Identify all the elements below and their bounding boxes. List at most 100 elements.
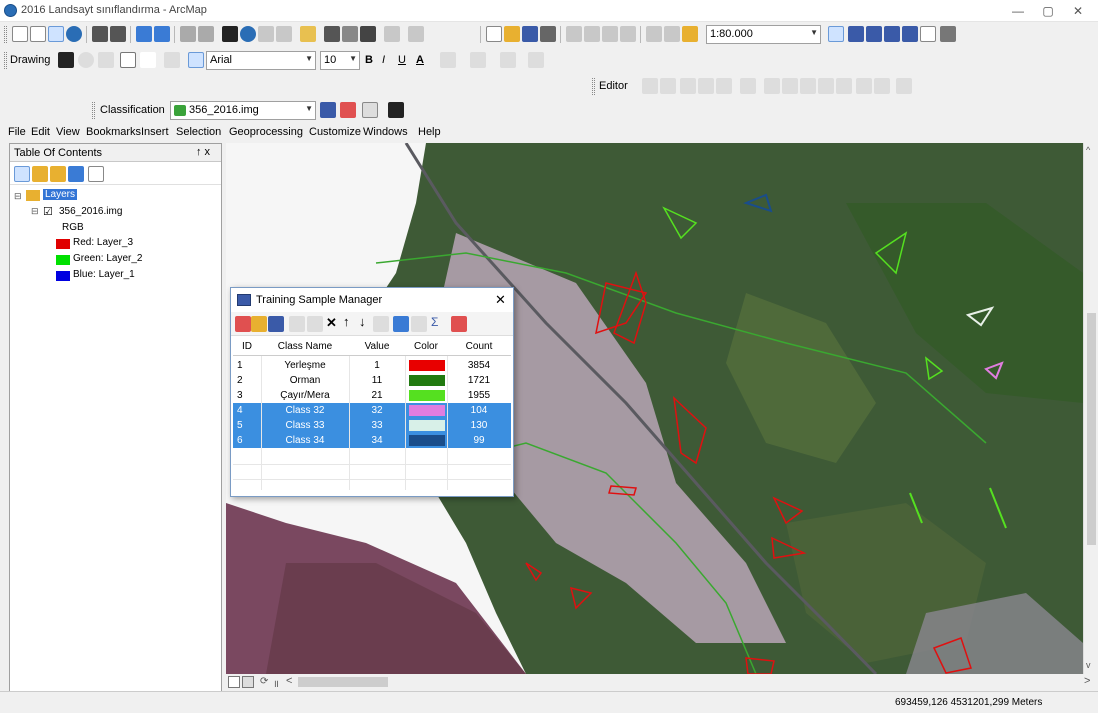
clear-selection-icon[interactable] bbox=[198, 26, 214, 42]
menu-bookmarks[interactable]: Bookmarks bbox=[86, 126, 141, 138]
catalog-icon[interactable] bbox=[866, 26, 882, 42]
split-class-icon[interactable] bbox=[289, 316, 305, 332]
zoom-whole-page-icon[interactable] bbox=[98, 52, 114, 68]
classification-menu[interactable]: Classification bbox=[100, 104, 165, 116]
layer-visibility-checkbox[interactable]: ☑ bbox=[43, 205, 53, 218]
full-extent-icon[interactable] bbox=[66, 26, 82, 42]
move-down-icon[interactable]: ↓ bbox=[359, 314, 366, 329]
map-scale-dropdown[interactable]: 1:80.000 ▼ bbox=[706, 25, 821, 44]
print-icon[interactable] bbox=[540, 26, 556, 42]
text-a-icon[interactable] bbox=[140, 52, 156, 68]
scroll-right-arrow-icon[interactable]: > bbox=[1084, 675, 1090, 687]
collapse-layers-toggle[interactable]: ⊟ bbox=[14, 191, 22, 202]
editor-toolbar-icon[interactable] bbox=[828, 26, 844, 42]
add-data-icon[interactable] bbox=[682, 26, 698, 42]
callout-icon[interactable] bbox=[164, 52, 180, 68]
scroll-down-arrow-icon[interactable]: v bbox=[1086, 660, 1091, 670]
close-window-button[interactable]: ✕ bbox=[1063, 2, 1093, 20]
trace-icon[interactable] bbox=[716, 78, 732, 94]
drawing-menu[interactable]: Drawing bbox=[10, 54, 50, 66]
point-icon[interactable] bbox=[740, 78, 756, 94]
split-icon[interactable] bbox=[818, 78, 834, 94]
paste-icon[interactable] bbox=[602, 26, 618, 42]
marker-color-icon[interactable] bbox=[500, 52, 516, 68]
table-row[interactable]: 3 Çayır/Mera 21 1955 bbox=[233, 388, 511, 403]
statistics-icon[interactable]: Σ bbox=[431, 315, 438, 329]
select-training-sample-icon[interactable] bbox=[388, 102, 404, 118]
row-color-swatch[interactable] bbox=[409, 405, 445, 416]
new-document-icon[interactable] bbox=[486, 26, 502, 42]
forward-arrow-icon[interactable] bbox=[154, 26, 170, 42]
straight-segment-icon[interactable] bbox=[680, 78, 696, 94]
sort-icon[interactable] bbox=[373, 316, 389, 332]
select-arrow-icon[interactable] bbox=[58, 52, 74, 68]
edit-annotation-icon[interactable] bbox=[660, 78, 676, 94]
table-row-selected[interactable]: 4 Class 32 32 104 bbox=[233, 403, 511, 418]
rectangle-icon[interactable] bbox=[120, 52, 136, 68]
column-header-color[interactable]: Color bbox=[405, 338, 447, 356]
rotate-feature-icon[interactable] bbox=[836, 78, 852, 94]
menu-insert[interactable]: Insert bbox=[141, 126, 169, 138]
font-icon[interactable] bbox=[188, 52, 204, 68]
layer-name[interactable]: 356_2016.img bbox=[59, 206, 122, 217]
row-color-swatch[interactable] bbox=[409, 360, 445, 371]
row-color-swatch[interactable] bbox=[409, 375, 445, 386]
fixed-zoom-in-icon[interactable] bbox=[92, 26, 108, 42]
layers-group-label[interactable]: Layers bbox=[43, 189, 78, 200]
model-builder-icon[interactable] bbox=[940, 26, 956, 42]
table-row-selected[interactable]: 6 Class 34 34 99 bbox=[233, 433, 511, 448]
measure-icon[interactable] bbox=[300, 26, 316, 42]
fixed-zoom-out-icon[interactable] bbox=[110, 26, 126, 42]
move-up-icon[interactable]: ↑ bbox=[343, 314, 350, 329]
toc-pin-close[interactable]: ↑ x bbox=[196, 146, 210, 158]
table-row[interactable]: 1 Yerleşme 1 3854 bbox=[233, 358, 511, 373]
open-folder-icon[interactable] bbox=[504, 26, 520, 42]
horizontal-scroll-thumb[interactable] bbox=[298, 677, 388, 687]
column-header-id[interactable]: ID bbox=[233, 338, 261, 356]
toolbar-grip[interactable] bbox=[4, 26, 7, 43]
scroll-up-arrow-icon[interactable]: ^ bbox=[1086, 145, 1090, 155]
dialog-title-bar[interactable]: Training Sample Manager ✕ bbox=[231, 288, 513, 312]
sketch-properties-icon[interactable] bbox=[874, 78, 890, 94]
underline-button[interactable]: U bbox=[398, 54, 406, 66]
toolbar-grip[interactable] bbox=[592, 78, 595, 95]
rotate-icon[interactable] bbox=[78, 52, 94, 68]
merge-icon[interactable] bbox=[235, 316, 251, 332]
list-by-drawing-order-icon[interactable] bbox=[14, 166, 30, 182]
map-vertical-scrollbar[interactable]: ^ v bbox=[1083, 143, 1098, 674]
column-header-value[interactable]: Value bbox=[349, 338, 405, 356]
save-icon[interactable] bbox=[522, 26, 538, 42]
find-route-icon[interactable] bbox=[342, 26, 358, 42]
menu-windows[interactable]: Windows bbox=[363, 126, 408, 138]
create-signature-file-icon[interactable] bbox=[451, 316, 467, 332]
font-name-dropdown[interactable]: Arial ▼ bbox=[206, 51, 316, 70]
go-to-xy-icon[interactable] bbox=[360, 26, 376, 42]
menu-geoprocessing[interactable]: Geoprocessing bbox=[229, 126, 303, 138]
reset-class-values-icon[interactable] bbox=[307, 316, 323, 332]
fill-color-icon[interactable] bbox=[440, 52, 456, 68]
arctoolbox-icon[interactable] bbox=[902, 26, 918, 42]
data-view-icon[interactable] bbox=[228, 676, 240, 688]
select-features-icon[interactable] bbox=[180, 26, 196, 42]
delete-class-icon[interactable]: ✕ bbox=[326, 315, 337, 331]
create-features-icon[interactable] bbox=[896, 78, 912, 94]
zoom-in-icon[interactable] bbox=[12, 26, 28, 42]
zoom-out-icon[interactable] bbox=[30, 26, 46, 42]
list-by-selection-icon[interactable] bbox=[68, 166, 84, 182]
back-arrow-icon[interactable] bbox=[136, 26, 152, 42]
row-color-swatch[interactable] bbox=[409, 390, 445, 401]
collapse-layer-toggle[interactable]: ⊟ bbox=[31, 206, 39, 217]
undo-icon[interactable] bbox=[646, 26, 662, 42]
image-classification-icon[interactable] bbox=[340, 102, 356, 118]
classification-layer-dropdown[interactable]: 356_2016.img ▼ bbox=[170, 101, 316, 120]
end-point-arc-icon[interactable] bbox=[698, 78, 714, 94]
html-popup-icon[interactable] bbox=[276, 26, 292, 42]
menu-file[interactable]: File bbox=[8, 126, 26, 138]
list-by-visibility-icon[interactable] bbox=[50, 166, 66, 182]
viewer-window-icon[interactable] bbox=[408, 26, 424, 42]
column-header-count[interactable]: Count bbox=[447, 338, 511, 356]
table-of-contents-icon[interactable] bbox=[848, 26, 864, 42]
line-color-icon[interactable] bbox=[470, 52, 486, 68]
editor-menu[interactable]: Editor bbox=[599, 80, 628, 92]
cut-polygons-icon[interactable] bbox=[800, 78, 816, 94]
